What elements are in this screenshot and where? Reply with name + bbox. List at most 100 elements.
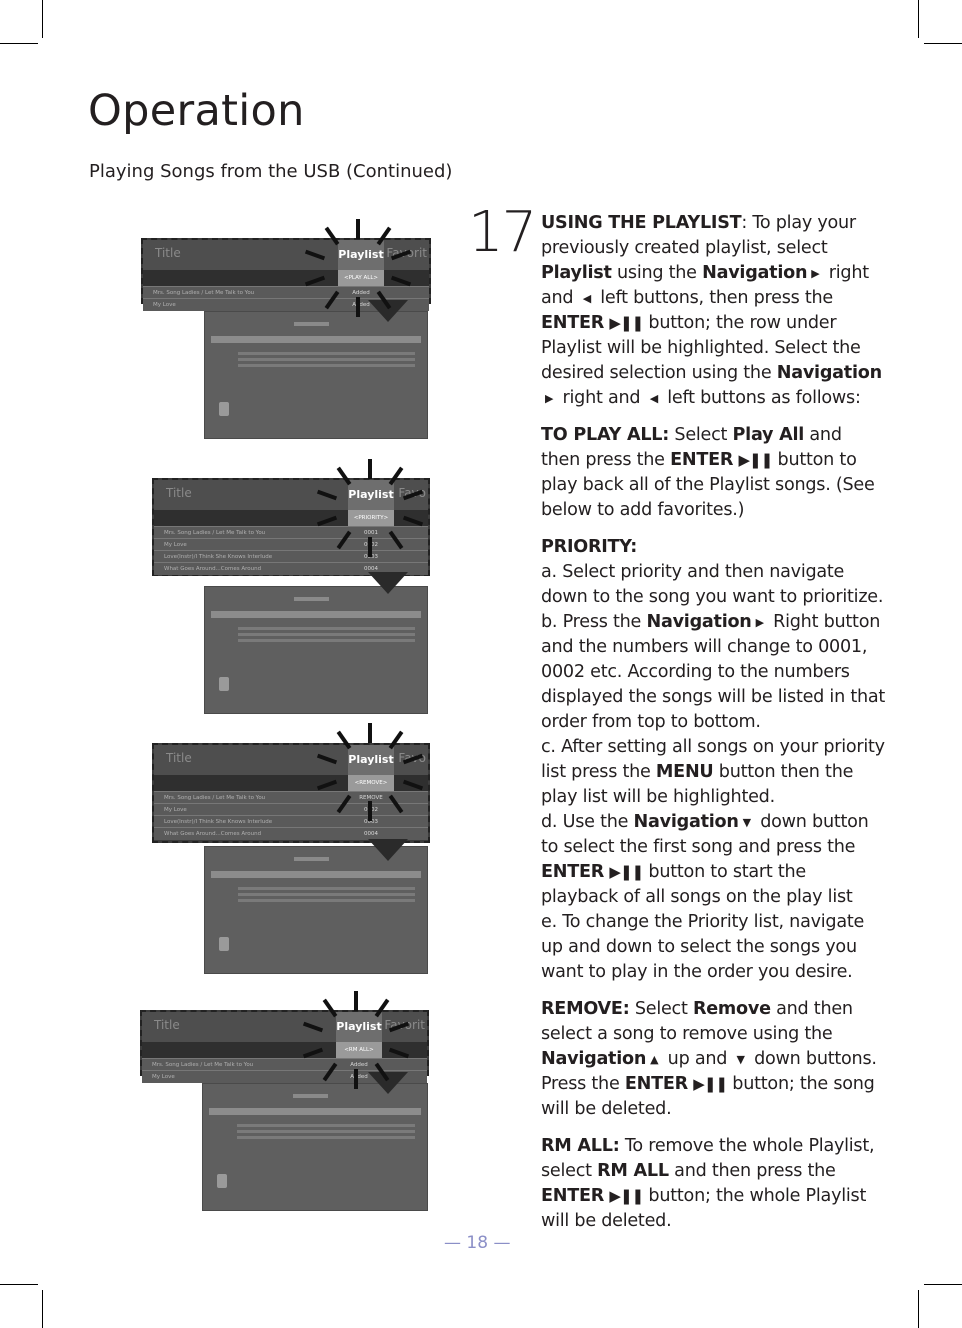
navigation-label: Navigation bbox=[776, 363, 882, 383]
play-pause-icon: ▶❚❚ bbox=[738, 451, 774, 469]
selected-option: <PLAY ALL> bbox=[338, 270, 384, 286]
enter-label: ENTER bbox=[541, 862, 605, 882]
enter-label: ENTER bbox=[670, 450, 734, 470]
selected-option: <PRIORITY> bbox=[348, 510, 394, 526]
remove-heading: REMOVE: bbox=[541, 999, 630, 1019]
highlight-ray bbox=[356, 297, 360, 318]
menu-title: Title bbox=[154, 1018, 180, 1032]
menu-title: Title bbox=[166, 751, 192, 765]
enter-label: ENTER bbox=[624, 1074, 688, 1094]
remove-label: Remove bbox=[692, 999, 771, 1019]
menu-title: Title bbox=[155, 246, 181, 260]
crop-mark bbox=[42, 0, 43, 38]
rm-all-paragraph: RM ALL: To remove the whole Playlist, se… bbox=[541, 1134, 886, 1234]
track-row bbox=[238, 633, 415, 636]
highlight-ray bbox=[368, 801, 372, 822]
track-row bbox=[236, 1124, 415, 1127]
usb-icon bbox=[219, 677, 229, 691]
selected-option: <RM ALL> bbox=[336, 1042, 382, 1058]
priority-step-d: d. Use the Navigation ▼ down button to se… bbox=[541, 810, 886, 910]
crop-mark bbox=[924, 1284, 962, 1285]
tv-screen bbox=[204, 586, 428, 714]
play-pause-icon: ▶❚❚ bbox=[693, 1075, 728, 1093]
pointer-arrow bbox=[368, 572, 408, 594]
playlist-label: Playlist bbox=[541, 263, 612, 283]
track-row bbox=[238, 352, 415, 355]
play-all-label: Play All bbox=[732, 425, 805, 445]
song-title: My Love bbox=[153, 302, 176, 308]
navigation-label: Navigation bbox=[646, 612, 752, 632]
highlight-ray bbox=[368, 722, 372, 743]
instructions: USING THE PLAYLIST: To play your previou… bbox=[541, 211, 886, 1246]
enter-label: ENTER bbox=[541, 313, 605, 333]
play-pause-icon: ▶❚❚ bbox=[609, 1187, 644, 1205]
intro-heading: USING THE PLAYLIST bbox=[541, 213, 742, 233]
song-title: My Love bbox=[152, 1074, 175, 1080]
pointer-arrow bbox=[368, 1072, 408, 1094]
header-bar bbox=[211, 871, 421, 878]
menu-header: TitleFavorit bbox=[143, 240, 429, 270]
navigation-label: Navigation bbox=[541, 1049, 647, 1069]
play-all-paragraph: TO PLAY ALL: Select Play All and then pr… bbox=[541, 423, 886, 523]
display-label bbox=[293, 597, 330, 601]
navigation-label: Navigation bbox=[633, 812, 739, 832]
selected-option: <REMOVE> bbox=[348, 775, 394, 791]
playlist-column-header: Playlist bbox=[348, 745, 394, 775]
page-title: Operation bbox=[88, 86, 305, 136]
left-arrow-icon: ◀ bbox=[649, 392, 658, 405]
track-row bbox=[238, 627, 415, 630]
display-label bbox=[292, 1094, 329, 1098]
text: b. Press the bbox=[541, 612, 647, 632]
header-bar bbox=[209, 1108, 421, 1115]
track-row bbox=[238, 358, 415, 361]
remove-paragraph: REMOVE: Select Remove and then select a … bbox=[541, 997, 886, 1122]
menu-options-bar bbox=[143, 270, 429, 286]
crop-mark bbox=[42, 1290, 43, 1328]
song-title: What Goes Around...Comes Around bbox=[164, 831, 262, 837]
rm-all-heading: RM ALL: bbox=[541, 1136, 620, 1156]
crop-mark bbox=[918, 1290, 919, 1328]
song-title: What Goes Around...Comes Around bbox=[164, 566, 262, 572]
navigation-label: Navigation bbox=[702, 263, 808, 283]
track-row bbox=[238, 639, 415, 642]
right-arrow-icon: ▶ bbox=[811, 267, 820, 280]
play-all-heading: TO PLAY ALL: bbox=[541, 425, 670, 445]
track-row bbox=[236, 1130, 415, 1133]
usb-icon bbox=[219, 937, 229, 951]
text: using the bbox=[611, 263, 703, 283]
left-arrow-icon: ◀ bbox=[582, 292, 591, 305]
crop-mark bbox=[918, 0, 919, 38]
display-label bbox=[293, 322, 330, 326]
playlist-menu: TitleFavoPlaylist<REMOVE>Mrs. Song Ladie… bbox=[152, 743, 430, 843]
playlist-menu: TitleFavoPlaylist<PRIORITY>Mrs. Song Lad… bbox=[152, 478, 430, 576]
down-arrow-icon: ▼ bbox=[742, 816, 751, 829]
priority-step-c: c. After setting all songs on your prior… bbox=[541, 735, 886, 810]
highlight-ray bbox=[368, 537, 372, 558]
playlist-menu: TitleFavoritPlaylist<PLAY ALL>Mrs. Song … bbox=[141, 238, 431, 311]
highlight-ray bbox=[368, 458, 372, 479]
text: left buttons as follows: bbox=[661, 388, 861, 408]
track-row bbox=[238, 893, 415, 896]
track-row bbox=[238, 887, 415, 890]
enter-label: ENTER bbox=[541, 1186, 605, 1206]
text: d. Use the bbox=[541, 812, 634, 832]
playlist-menu: TitleFavoritPlaylist<RM ALL>Mrs. Song La… bbox=[140, 1010, 429, 1083]
playlist-column-header: Playlist bbox=[348, 480, 394, 510]
highlight-ray bbox=[354, 990, 358, 1011]
tv-screen bbox=[204, 846, 428, 974]
crop-mark bbox=[0, 43, 38, 44]
crop-mark bbox=[924, 43, 962, 44]
track-row bbox=[238, 364, 415, 367]
priority-step-b: b. Press the Navigation ▶ Right button an… bbox=[541, 610, 886, 735]
play-pause-icon: ▶❚❚ bbox=[609, 314, 644, 332]
menu-label: MENU bbox=[655, 762, 714, 782]
step-number: 17 bbox=[468, 200, 537, 265]
menu-options-bar bbox=[142, 1042, 427, 1058]
display-label bbox=[293, 857, 330, 861]
playlist-column-header: Playlist bbox=[338, 240, 384, 270]
play-pause-icon: ▶❚❚ bbox=[609, 863, 644, 881]
header-bar bbox=[211, 611, 421, 618]
track-row bbox=[238, 899, 415, 902]
priority-step-a: a. Select priority and then navigate dow… bbox=[541, 562, 884, 607]
track-row bbox=[236, 1136, 415, 1139]
